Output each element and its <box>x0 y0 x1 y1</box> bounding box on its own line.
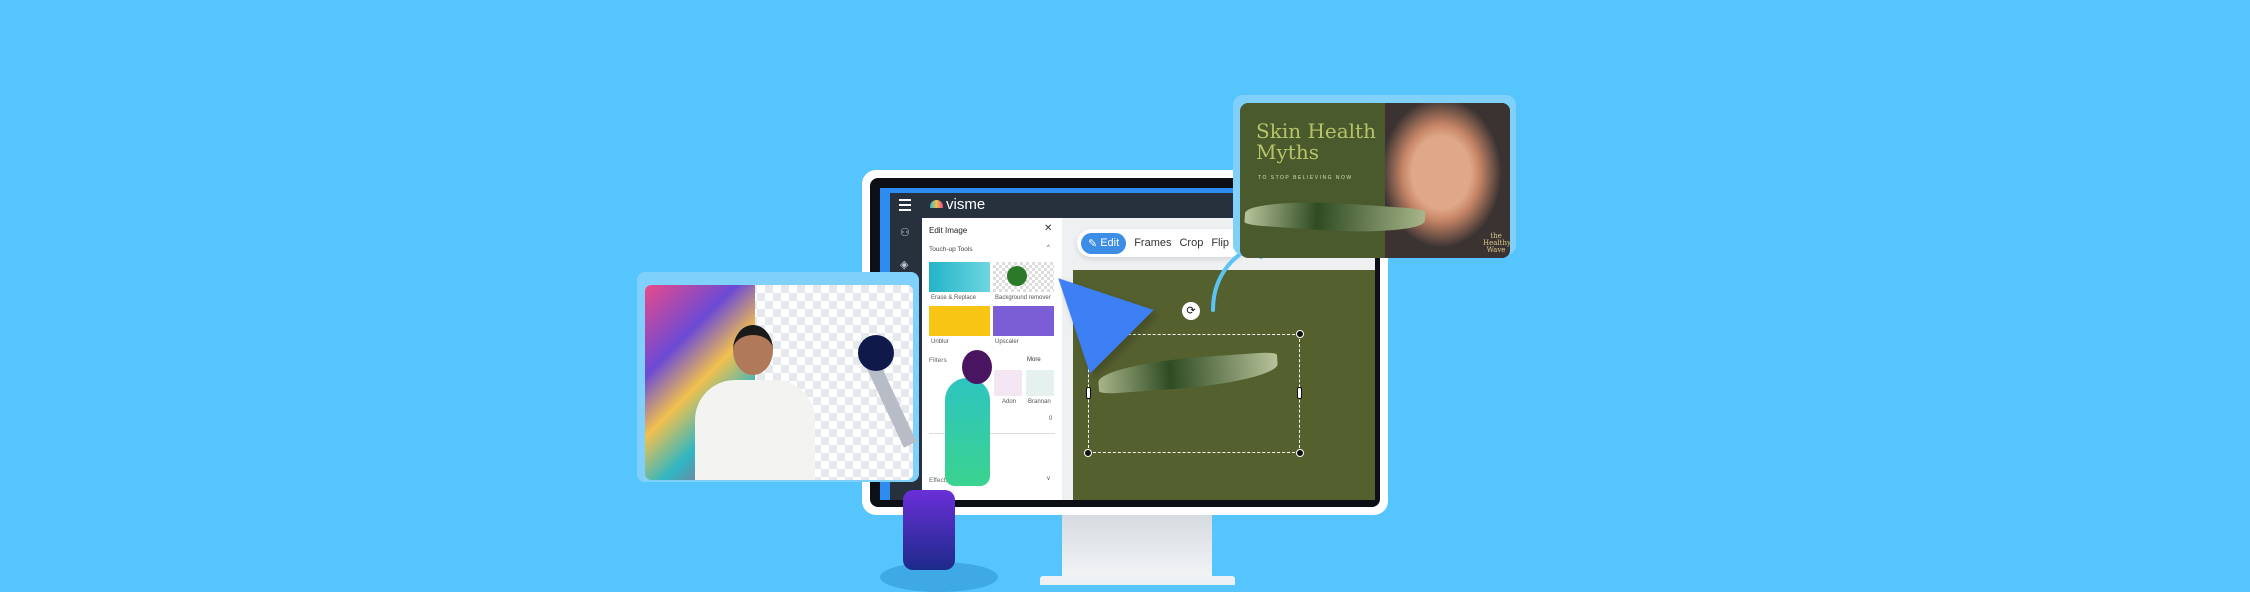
more-filters-link[interactable]: More <box>1027 357 1041 363</box>
card-title: Skin Health Myths <box>1256 119 1376 164</box>
shapes-icon[interactable]: ⚇ <box>900 226 910 239</box>
menu-icon[interactable] <box>899 199 911 211</box>
edit-image-panel: Edit Image ✕ Touch-up Tools ^ Erase & Re… <box>922 218 1062 500</box>
painter-legs <box>903 490 955 570</box>
section-filters: Filters <box>929 357 947 364</box>
painter-character <box>945 378 990 486</box>
edit-label: Edit <box>1100 237 1120 249</box>
resize-handle[interactable] <box>1297 387 1302 399</box>
section-touchup: Touch-up Tools <box>929 246 973 253</box>
filter-value: 0 <box>1049 416 1053 422</box>
resize-handle[interactable] <box>1084 449 1092 457</box>
monitor-stand <box>1062 515 1212 577</box>
graphics-icon[interactable]: ◈ <box>900 258 908 271</box>
filter-thumb[interactable] <box>1026 370 1054 396</box>
visme-logo-icon <box>930 200 943 208</box>
resize-handle[interactable] <box>1086 387 1091 399</box>
filter-label: Brannan <box>1028 399 1051 405</box>
filter-label: Adon <box>1002 399 1017 405</box>
brand-name: visme <box>946 196 986 213</box>
paintbrush-tip <box>858 335 894 371</box>
panel-title: Edit Image <box>929 226 968 235</box>
tool-unblur[interactable] <box>929 306 990 336</box>
person-photo <box>695 380 815 480</box>
filter-thumb[interactable] <box>994 370 1022 396</box>
chevron-up-icon[interactable]: ^ <box>1047 245 1050 251</box>
card-brand: the Healthy Wave <box>1483 232 1510 254</box>
monitor-base <box>1040 576 1235 585</box>
tool-label: Unblur <box>931 339 949 345</box>
rotate-icon[interactable]: ⟳ <box>1182 302 1200 320</box>
selection-box[interactable] <box>1084 330 1304 457</box>
resize-handle[interactable] <box>1296 330 1304 338</box>
tool-label: Erase & Replace <box>931 295 977 301</box>
skin-health-preview-card: Skin Health Myths TO STOP BELIEVING NOW … <box>1240 103 1510 258</box>
resize-handle[interactable] <box>1296 449 1304 457</box>
tool-label: Upscaler <box>995 339 1019 345</box>
tool-background-remover[interactable] <box>993 262 1054 292</box>
person-head <box>733 325 773 375</box>
close-icon[interactable]: ✕ <box>1044 223 1052 234</box>
painter-head <box>962 350 992 384</box>
crop-button[interactable]: Crop <box>1179 237 1203 249</box>
card-subtitle: TO STOP BELIEVING NOW <box>1258 175 1353 181</box>
tool-erase-replace[interactable] <box>929 262 990 292</box>
chevron-down-icon[interactable]: v <box>1047 476 1050 482</box>
frames-button[interactable]: Frames <box>1134 237 1171 249</box>
